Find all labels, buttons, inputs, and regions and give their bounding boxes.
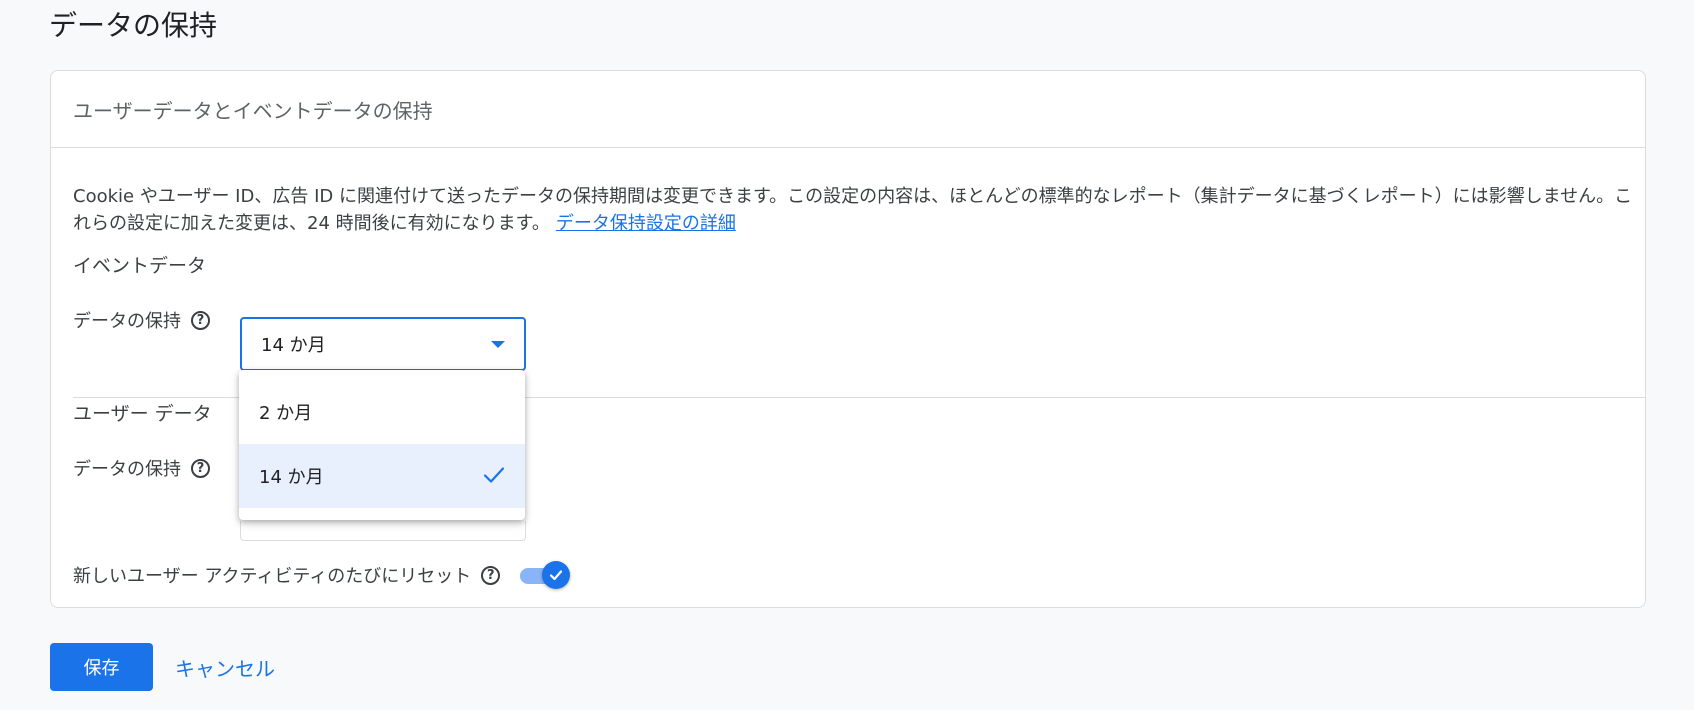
event-retention-label: データの保持 ? [73, 307, 210, 333]
user-retention-select[interactable] [240, 521, 526, 541]
retention-description: Cookie やユーザー ID、広告 ID に関連付けて送ったデータの保持期間は… [73, 183, 1633, 237]
page-title: データの保持 [49, 9, 218, 42]
reset-on-activity-label: 新しいユーザー アクティビティのたびにリセット [73, 566, 472, 587]
user-data-section-title: ユーザー データ [73, 403, 212, 425]
dropdown-arrow-icon [491, 341, 505, 348]
event-retention-selected-value: 14 か月 [261, 335, 326, 356]
card-header-title: ユーザーデータとイベントデータの保持 [73, 98, 433, 123]
save-button[interactable]: 保存 [50, 643, 153, 691]
retention-dropdown-menu: 2 か月 14 か月 [239, 370, 525, 520]
event-data-section-title: イベントデータ [73, 255, 207, 277]
reset-on-activity-toggle[interactable] [520, 561, 571, 589]
cancel-button[interactable]: キャンセル [175, 643, 275, 691]
event-retention-select[interactable]: 14 か月 [240, 317, 526, 371]
description-text: Cookie やユーザー ID、広告 ID に関連付けて送ったデータの保持期間は… [73, 186, 1633, 234]
help-icon[interactable]: ? [191, 310, 210, 330]
event-retention-label-text: データの保持 [73, 311, 181, 332]
retention-card: ユーザーデータとイベントデータの保持 Cookie やユーザー ID、広告 ID… [50, 70, 1646, 608]
reset-on-activity-row: 新しいユーザー アクティビティのたびにリセット ? [73, 561, 571, 589]
dropdown-option-label: 14 か月 [259, 467, 324, 488]
help-icon[interactable]: ? [191, 458, 210, 478]
dropdown-option-14-months[interactable]: 14 か月 [239, 444, 525, 508]
card-header: ユーザーデータとイベントデータの保持 [51, 71, 1645, 148]
learn-more-link[interactable]: データ保持設定の詳細 [556, 213, 736, 234]
user-retention-label: データの保持 ? [73, 455, 210, 481]
dropdown-option-label: 2 か月 [259, 403, 313, 424]
user-retention-label-text: データの保持 [73, 459, 181, 480]
help-icon[interactable]: ? [481, 565, 501, 585]
dropdown-option-2-months[interactable]: 2 か月 [239, 380, 525, 444]
check-icon [550, 570, 563, 581]
toggle-knob [542, 561, 571, 589]
check-icon [483, 467, 505, 483]
